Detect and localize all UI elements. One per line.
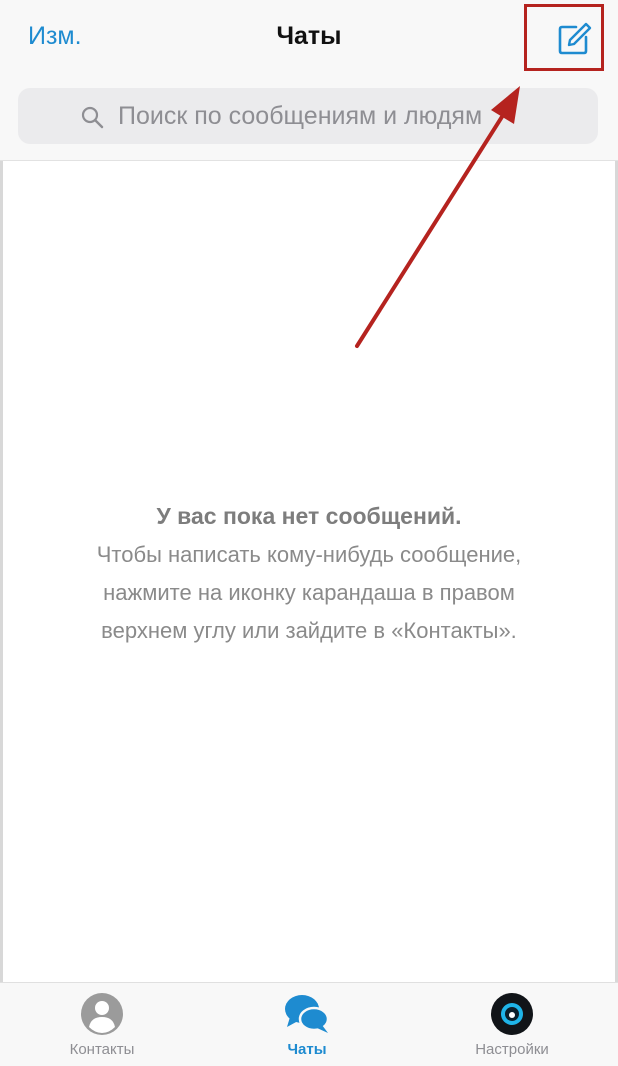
empty-state-line-3: верхнем углу или зайдите в «Контакты». xyxy=(101,618,517,643)
tab-chats-label: Чаты xyxy=(287,1041,327,1058)
person-icon xyxy=(81,993,123,1035)
search-placeholder: Поиск по сообщениям и людям xyxy=(118,101,483,130)
tab-settings[interactable]: Настройки xyxy=(442,991,582,1058)
tab-chats[interactable]: Чаты xyxy=(237,991,377,1058)
tab-settings-label: Настройки xyxy=(475,1041,549,1058)
empty-state-title: У вас пока нет сообщений. xyxy=(156,503,462,529)
empty-state-line-1: Чтобы написать кому-нибудь сообщение, xyxy=(96,542,522,567)
tab-contacts[interactable]: Контакты xyxy=(32,991,172,1058)
tab-bar: Контакты Чаты Настройки xyxy=(0,982,618,1066)
search-input[interactable]: Поиск по сообщениям и людям xyxy=(18,88,598,144)
navigation-header: Изм. Чаты Поиск по сообщениям и людям xyxy=(0,0,618,161)
chat-bubbles-icon xyxy=(285,995,330,1033)
empty-state-line-2: нажмите на иконку карандаша в правом xyxy=(103,580,515,605)
empty-state: У вас пока нет сообщений. Чтобы написать… xyxy=(0,503,618,650)
search-icon xyxy=(81,106,104,129)
tab-contacts-label: Контакты xyxy=(69,1041,135,1058)
annotation-highlight-box xyxy=(524,4,604,71)
avatar-icon xyxy=(491,993,533,1035)
